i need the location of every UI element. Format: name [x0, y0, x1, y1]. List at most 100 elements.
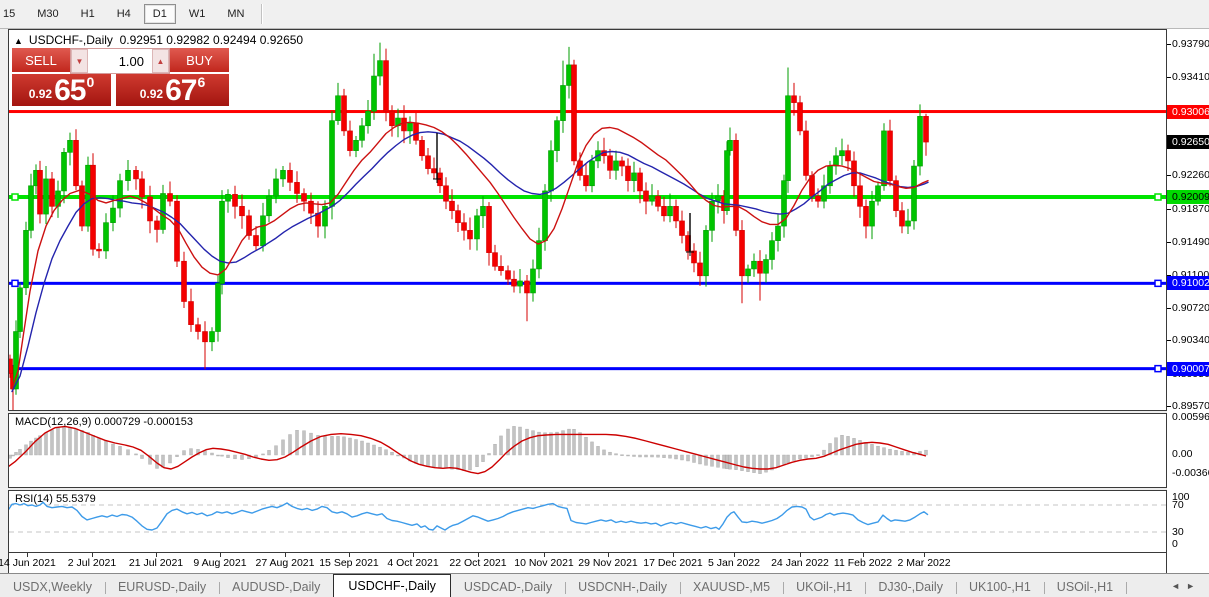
trading-platform-window: 15 M30 H1 H4 D1 W1 MN ▲ USDCHF-,Daily 0.92951 0…	[0, 0, 1209, 597]
candle	[917, 116, 923, 167]
macd-bar	[840, 435, 844, 456]
sell-button[interactable]: SELL	[12, 48, 70, 74]
macd-bar	[608, 451, 612, 456]
sell-price-display[interactable]: 0.92 65 0	[12, 74, 111, 106]
macd-bar	[330, 436, 334, 456]
timeframe-buttons: 15 M30 H1 H4 D1 W1 MN	[0, 4, 255, 24]
timeframe-button-m30[interactable]: M30	[28, 4, 67, 24]
line-handle[interactable]	[11, 279, 19, 288]
macd-bar	[420, 454, 424, 466]
chart-tab-audusd-daily[interactable]: AUDUSD-,Daily	[219, 577, 333, 597]
price-tick-mark	[1167, 76, 1171, 78]
candle	[797, 102, 803, 132]
macd-bar	[525, 428, 529, 456]
price-tick-label: 0.90340	[1172, 334, 1209, 347]
buy-price-display[interactable]: 0.92 67 6	[116, 74, 229, 106]
candle	[517, 280, 523, 287]
timeframe-button-w1[interactable]: W1	[180, 4, 215, 24]
candle	[548, 150, 554, 192]
horizontal-line[interactable]	[9, 110, 1166, 114]
macd-label: MACD(12,26,9) 0.000729 -0.000153	[15, 416, 193, 428]
buy-button[interactable]: BUY	[170, 48, 229, 74]
macd-bar	[233, 454, 237, 460]
line-handle[interactable]	[11, 193, 19, 201]
macd-bar	[175, 454, 179, 457]
rsi-indicator-panel[interactable]: RSI(14) 55.5379	[8, 490, 1167, 553]
price-tick-label: 0.90720	[1172, 301, 1209, 314]
horizontal-line[interactable]	[9, 195, 1166, 200]
candle	[37, 170, 43, 215]
chart-tab-usdchf-daily[interactable]: USDCHF-,Daily	[333, 574, 451, 597]
line-handle[interactable]	[1154, 193, 1162, 201]
chart-tab-dj30-daily[interactable]: DJ30-,Daily	[865, 577, 957, 597]
candle	[887, 130, 893, 181]
macd-indicator-panel[interactable]: MACD(12,26,9) 0.000729 -0.000153	[8, 413, 1167, 488]
macd-bar	[134, 453, 138, 456]
macd-bar	[267, 450, 271, 456]
horizontal-line[interactable]	[9, 367, 1166, 371]
candle	[697, 262, 703, 277]
tab-separator	[1126, 582, 1128, 594]
chart-tab-usdx-weekly[interactable]: USDX,Weekly	[0, 577, 106, 597]
macd-bar	[168, 454, 172, 464]
collapse-trade-panel-icon[interactable]: ▲	[14, 36, 23, 46]
tab-scroll-arrows[interactable]: ◄►	[1171, 581, 1201, 591]
macd-bar	[786, 454, 790, 463]
candle	[49, 178, 55, 207]
timeframe-button-d1[interactable]: D1	[143, 4, 176, 24]
candle	[273, 178, 279, 197]
macd-bar	[450, 454, 454, 470]
candle	[43, 178, 49, 215]
buy-price-big-digits: 67	[165, 74, 197, 107]
candle	[881, 130, 887, 187]
macd-bar	[746, 454, 750, 472]
rsi-canvas[interactable]	[9, 491, 1166, 552]
macd-bar	[782, 454, 786, 465]
date-label: 5 Jan 2022	[708, 557, 760, 569]
macd-bar	[543, 432, 547, 456]
macd-bar	[499, 435, 503, 456]
chart-tab-xauusd-m5[interactable]: XAUUSD-,M5	[680, 577, 785, 597]
candle	[785, 95, 791, 181]
candle	[613, 160, 619, 171]
time-axis[interactable]: 14 Jun 2021 2 Jul 2021 21 Jul 2021 9 Aug 20…	[0, 553, 1167, 573]
candle	[857, 185, 863, 207]
chart-tab-usdcad-daily[interactable]: USDCAD-,Daily	[451, 577, 567, 597]
macd-bar	[462, 454, 466, 471]
candle	[703, 230, 709, 277]
date-label: 9 Aug 2021	[193, 557, 247, 569]
line-handle[interactable]	[1154, 279, 1162, 288]
volume-decrease-icon[interactable]: ▼	[71, 49, 88, 73]
tab-scroll-left-icon[interactable]: ◄	[1171, 581, 1186, 591]
timeframe-button-15[interactable]: 15	[0, 4, 24, 24]
macd-bar	[426, 454, 430, 467]
timeframe-button-mn[interactable]: MN	[218, 4, 253, 24]
macd-bar	[686, 454, 690, 462]
macd-bar	[512, 426, 516, 456]
line-handle[interactable]	[1154, 364, 1162, 373]
macd-bar	[668, 454, 672, 459]
macd-bar	[372, 444, 376, 456]
price-axis[interactable]: 0.937900.934100.930300.926500.922600.918…	[1167, 29, 1209, 573]
candle	[61, 152, 67, 192]
macd-bar	[456, 454, 460, 470]
chart-tab-bar: USDX,Weekly EURUSD-,Daily AUDUSD-,Daily USD…	[0, 573, 1209, 597]
candle	[724, 150, 730, 211]
candle	[845, 150, 851, 162]
macd-bar	[680, 454, 684, 461]
candle	[147, 196, 153, 222]
macd-bar	[216, 454, 220, 457]
chart-tab-usdcnh-daily[interactable]: USDCNH-,Daily	[565, 577, 681, 597]
chart-tab-eurusd-daily[interactable]: EURUSD-,Daily	[105, 577, 221, 597]
macd-bar	[481, 454, 485, 462]
chart-tab-ukoil-h1[interactable]: UKOil-,H1	[783, 577, 867, 597]
tab-scroll-right-icon[interactable]: ►	[1186, 581, 1201, 591]
timeframe-button-h1[interactable]: H1	[72, 4, 104, 24]
candle	[225, 194, 231, 202]
candle	[655, 195, 661, 207]
timeframe-button-h4[interactable]: H4	[108, 4, 140, 24]
chart-tab-usoil-h1[interactable]: USOil-,H1	[1044, 577, 1128, 597]
volume-field[interactable]: 1.00	[88, 49, 152, 73]
chart-tab-uk100-h1[interactable]: UK100-,H1	[956, 577, 1045, 597]
volume-increase-icon[interactable]: ▲	[152, 49, 169, 73]
